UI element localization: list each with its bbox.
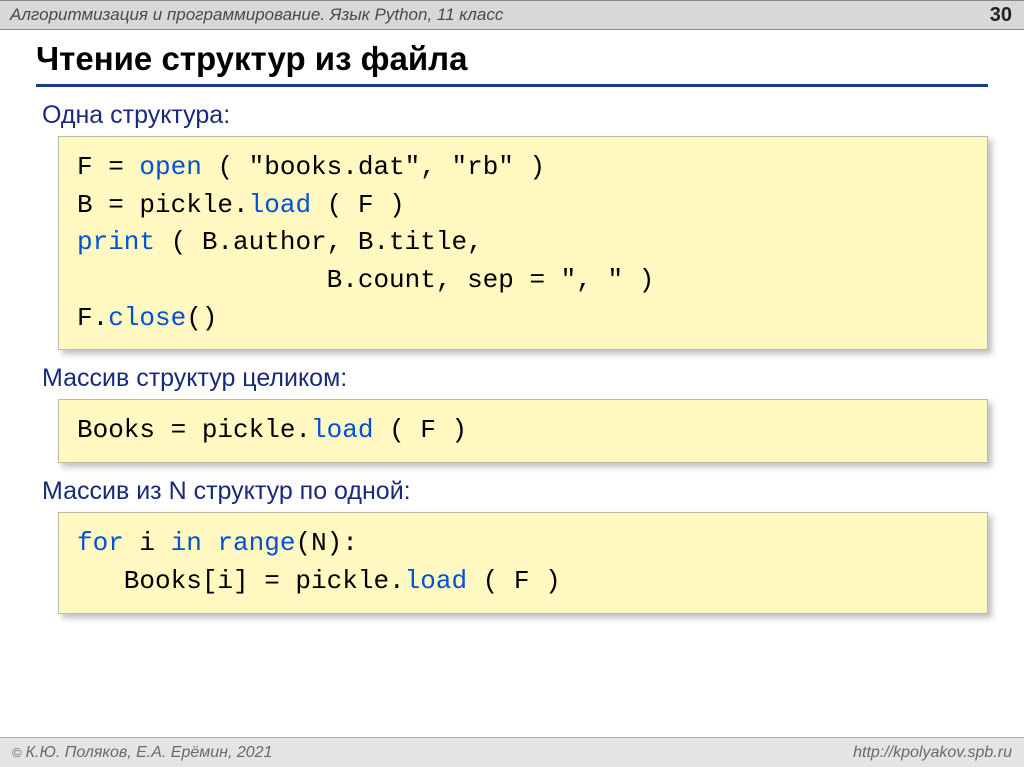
code-text: ( F ) — [467, 566, 561, 596]
code-text: (N): — [295, 528, 357, 558]
code-keyword: in — [171, 528, 202, 558]
code-text: B.count, sep = ", " ) — [77, 265, 654, 295]
section-label-three: Массив из N структур по одной: — [42, 477, 988, 506]
section-label-one: Одна структура: — [42, 101, 988, 130]
code-keyword: close — [108, 303, 186, 333]
code-block-one: F = open ( "books.dat", "rb" ) B = pickl… — [58, 136, 988, 350]
footer-url: http://kpolyakov.spb.ru — [853, 744, 1012, 762]
code-keyword: load — [311, 415, 373, 445]
code-keyword: load — [249, 190, 311, 220]
slide-title: Чтение структур из файла — [36, 40, 988, 87]
code-text: F = — [77, 152, 139, 182]
section-label-three-text: Массив из N структур по одной — [42, 477, 404, 505]
section-label-two-text: Массив структур целиком — [42, 364, 340, 392]
code-text: B = pickle. — [77, 190, 249, 220]
section-label-one-text: Одна структура — [42, 101, 223, 129]
footer-authors-text: К.Ю. Поляков, Е.А. Ерёмин, 2021 — [26, 744, 273, 761]
code-text: ( F ) — [373, 415, 467, 445]
code-text: Books = pickle. — [77, 415, 311, 445]
code-text: ( B.author, B.title, — [155, 227, 483, 257]
header-title: Алгоритмизация и программирование. Язык … — [10, 5, 503, 25]
code-text — [202, 528, 218, 558]
copyright-icon: © — [12, 745, 22, 760]
code-block-three: for i in range(N): Books[i] = pickle.loa… — [58, 512, 988, 613]
code-keyword: load — [405, 566, 467, 596]
code-text: ( F ) — [311, 190, 405, 220]
code-keyword: for — [77, 528, 124, 558]
code-keyword: range — [217, 528, 295, 558]
code-text: Books[i] = pickle. — [77, 566, 405, 596]
code-text: () — [186, 303, 217, 333]
code-text: i — [124, 528, 171, 558]
code-keyword: print — [77, 227, 155, 257]
slide-content: Чтение структур из файла Одна структура:… — [0, 30, 1024, 614]
footer-bar: © К.Ю. Поляков, Е.А. Ерёмин, 2021 http://… — [0, 737, 1024, 767]
header-bar: Алгоритмизация и программирование. Язык … — [0, 0, 1024, 30]
code-text: F. — [77, 303, 108, 333]
footer-authors: © К.Ю. Поляков, Е.А. Ерёмин, 2021 — [12, 744, 272, 762]
code-text: ( "books.dat", "rb" ) — [202, 152, 545, 182]
section-label-two: Массив структур целиком: — [42, 364, 988, 393]
code-block-two: Books = pickle.load ( F ) — [58, 399, 988, 463]
code-keyword: open — [139, 152, 201, 182]
page-number: 30 — [990, 4, 1012, 27]
